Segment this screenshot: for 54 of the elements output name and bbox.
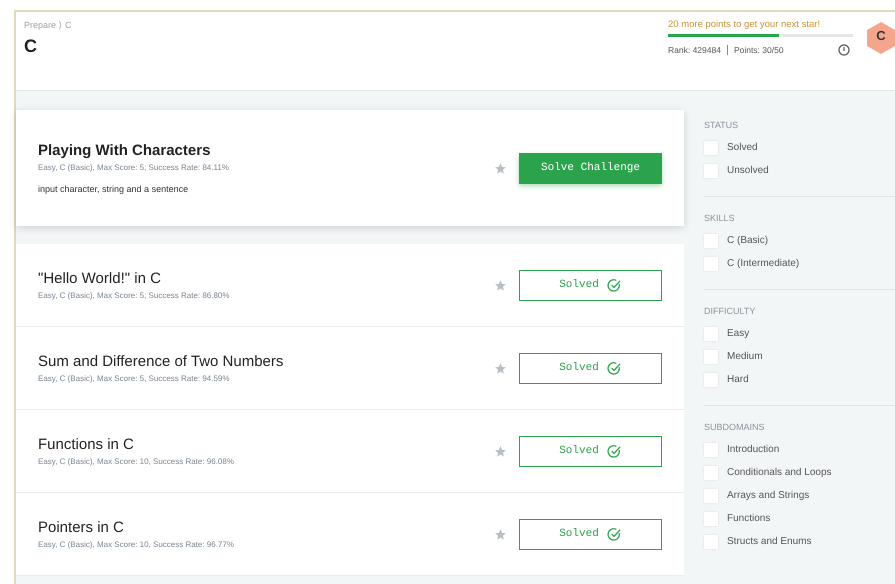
challenge-meta: Easy, C (Basic), Max Score: 10, Success Rate: 96.77% xyxy=(38,540,235,549)
points-text: Points: 30/50 xyxy=(734,45,784,55)
star-icon[interactable] xyxy=(494,278,507,292)
rank-text: Rank: 429484 xyxy=(668,45,721,55)
check-circle-icon xyxy=(606,278,622,292)
checkbox[interactable] xyxy=(704,256,718,270)
page-title: C xyxy=(24,36,38,57)
filter-option-label[interactable]: C (Basic) xyxy=(727,235,768,246)
filter-heading: SKILLS xyxy=(704,213,736,223)
checkbox[interactable] xyxy=(704,140,718,154)
filter-option-label[interactable]: Unsolved xyxy=(727,165,769,176)
challenge-title[interactable]: Pointers in C xyxy=(38,519,494,536)
filter-option-label[interactable]: Hard xyxy=(727,374,749,385)
filter-option-label[interactable]: Solved xyxy=(727,142,758,153)
checkbox[interactable] xyxy=(704,512,718,526)
filter-option-label[interactable]: Arrays and Strings xyxy=(727,490,810,501)
filter-option-label[interactable]: Conditionals and Loops xyxy=(727,467,832,478)
filter-heading: SUBDOMAINS xyxy=(704,422,766,432)
filter-option-label[interactable]: C (Intermediate) xyxy=(727,258,800,269)
challenge-description: input character, string and a sentence xyxy=(38,184,190,194)
check-circle-icon xyxy=(606,444,622,458)
checkbox[interactable] xyxy=(704,466,718,480)
challenge-title[interactable]: "Hello World!" in C xyxy=(38,270,494,287)
checkbox[interactable] xyxy=(704,350,718,364)
checkbox[interactable] xyxy=(704,234,718,248)
challenge-meta: Easy, C (Basic), Max Score: 5, Success Rate: 86.80% xyxy=(38,291,230,300)
challenge-meta: Easy, C (Basic), Max Score: 10, Success Rate: 96.08% xyxy=(38,457,235,466)
check-circle-icon xyxy=(606,360,622,376)
filter-option-label[interactable]: Medium xyxy=(727,351,763,362)
checkbox[interactable] xyxy=(704,164,718,178)
challenge-meta: Easy, C (Basic), Max Score: 5, Success Rate: 94.59% xyxy=(38,374,230,383)
check-circle-icon xyxy=(606,526,622,542)
star-icon[interactable] xyxy=(494,362,507,374)
avatar-badge[interactable]: C xyxy=(867,22,895,54)
filter-option-label[interactable]: Structs and Enums xyxy=(727,536,812,547)
star-icon[interactable] xyxy=(494,162,507,174)
info-icon[interactable] xyxy=(838,44,850,56)
filter-heading: DIFFICULTY xyxy=(704,306,756,316)
filter-heading: STATUS xyxy=(704,120,740,130)
challenge-title[interactable]: Playing With Characters xyxy=(38,142,494,159)
challenge-title[interactable]: Functions in C xyxy=(38,436,494,453)
checkbox[interactable] xyxy=(704,326,718,340)
star-message: 20 more points to get your next star! xyxy=(668,19,822,30)
filter-option-label[interactable]: Introduction xyxy=(727,444,780,455)
checkbox[interactable] xyxy=(704,442,718,456)
star-icon[interactable] xyxy=(494,528,507,540)
challenge-title[interactable]: Sum and Difference of Two Numbers xyxy=(38,353,494,370)
challenge-meta: Easy, C (Basic), Max Score: 5, Success Rate: 84.11% xyxy=(38,163,230,172)
checkbox[interactable] xyxy=(704,372,718,386)
filter-option-label[interactable]: Functions xyxy=(727,513,770,524)
star-icon[interactable] xyxy=(494,444,507,458)
checkbox[interactable] xyxy=(704,534,718,548)
checkbox[interactable] xyxy=(704,488,718,502)
filter-option-label[interactable]: Easy xyxy=(727,328,750,339)
